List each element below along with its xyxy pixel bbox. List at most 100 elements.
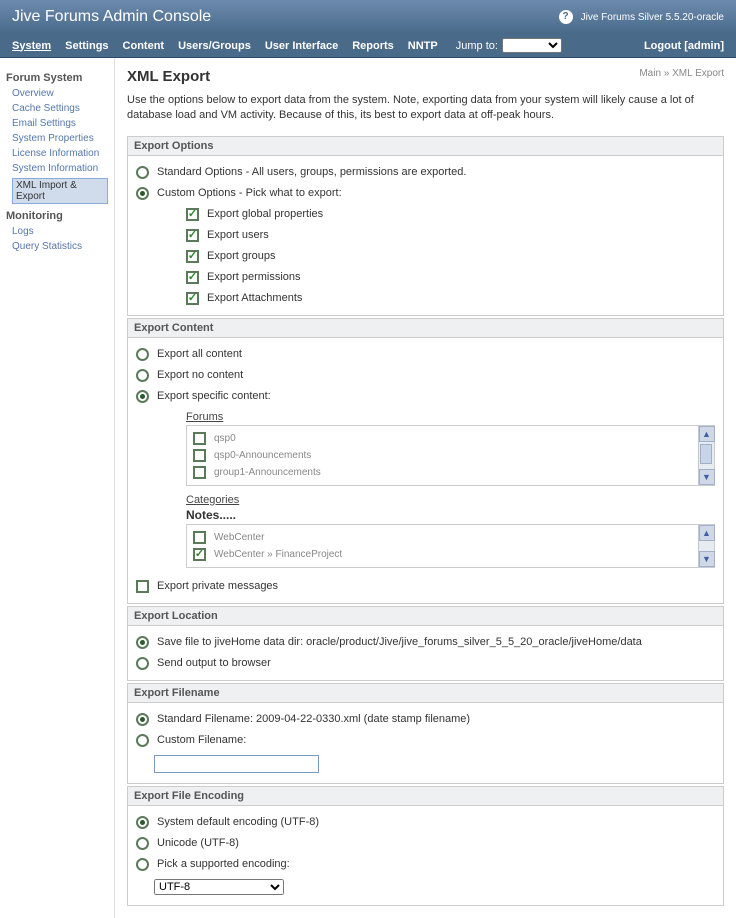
label-std-filename: Standard Filename: 2009-04-22-0330.xml (…	[157, 713, 470, 725]
nav-user-interface[interactable]: User Interface	[265, 40, 338, 52]
side-xml-export[interactable]: XML Import & Export	[12, 178, 108, 204]
app-title: Jive Forums Admin Console	[12, 8, 211, 26]
section-options-head: Export Options	[128, 137, 723, 156]
label-users: Export users	[207, 229, 269, 241]
custom-filename-input[interactable]	[154, 755, 319, 773]
nav-content[interactable]: Content	[123, 40, 165, 52]
main-nav: System Settings Content Users/Groups Use…	[0, 34, 736, 58]
nav-nntp[interactable]: NNTP	[408, 40, 438, 52]
check-groups[interactable]	[186, 250, 199, 263]
label-attachments: Export Attachments	[207, 292, 302, 304]
side-cache[interactable]: Cache Settings	[12, 103, 108, 114]
forums-head: Forums	[186, 411, 715, 423]
radio-browser[interactable]	[136, 657, 149, 670]
section-filename: Export Filename Standard Filename: 2009-…	[127, 683, 724, 784]
logout-link[interactable]: Logout [admin]	[644, 40, 724, 52]
section-encoding-head: Export File Encoding	[128, 787, 723, 806]
forums-listbox: qsp0 qsp0-Announcements group1-Announcem…	[186, 425, 715, 486]
check-users[interactable]	[186, 229, 199, 242]
section-encoding: Export File Encoding System default enco…	[127, 786, 724, 906]
check-forum-0[interactable]	[193, 432, 206, 445]
radio-specific-content[interactable]	[136, 390, 149, 403]
radio-standard-options[interactable]	[136, 166, 149, 179]
version-label: Jive Forums Silver 5.5.20-oracle	[581, 12, 724, 23]
radio-custom-options[interactable]	[136, 187, 149, 200]
side-license[interactable]: License Information	[12, 148, 108, 159]
cat-0: WebCenter	[214, 532, 264, 543]
intro-text: Use the options below to export data fro…	[127, 93, 724, 124]
cat-1: WebCenter » FinanceProject	[214, 549, 342, 560]
check-global-props[interactable]	[186, 208, 199, 221]
check-permissions[interactable]	[186, 271, 199, 284]
label-global-props: Export global properties	[207, 208, 323, 220]
side-sysinfo[interactable]: System Information	[12, 163, 108, 174]
radio-sys-encoding[interactable]	[136, 816, 149, 829]
label-save-file: Save file to jiveHome data dir: oracle/p…	[157, 636, 642, 648]
side-query-stats[interactable]: Query Statistics	[12, 241, 108, 252]
cats-scrollbar[interactable]: ▲ ▼	[698, 525, 714, 567]
forum-0: qsp0	[214, 433, 236, 444]
section-content-head: Export Content	[128, 319, 723, 338]
radio-unicode[interactable]	[136, 837, 149, 850]
check-cat-0[interactable]	[193, 531, 206, 544]
breadcrumb: Main » XML Export	[639, 68, 724, 79]
label-all-content: Export all content	[157, 348, 242, 360]
jump-label: Jump to:	[456, 40, 498, 52]
section-content: Export Content Export all content Export…	[127, 318, 724, 604]
side-logs[interactable]: Logs	[12, 226, 108, 237]
side-sysprops[interactable]: System Properties	[12, 133, 108, 144]
side-overview[interactable]: Overview	[12, 88, 108, 99]
scroll-down-icon[interactable]: ▼	[699, 551, 715, 567]
forum-1: qsp0-Announcements	[214, 450, 311, 461]
radio-no-content[interactable]	[136, 369, 149, 382]
label-custom-options: Custom Options - Pick what to export:	[157, 187, 342, 199]
section-options: Export Options Standard Options - All us…	[127, 136, 724, 316]
label-browser: Send output to browser	[157, 657, 271, 669]
label-specific-content: Export specific content:	[157, 390, 271, 402]
radio-all-content[interactable]	[136, 348, 149, 361]
check-cat-1[interactable]	[193, 548, 206, 561]
section-location: Export Location Save file to jiveHome da…	[127, 606, 724, 681]
radio-custom-filename[interactable]	[136, 734, 149, 747]
check-private-msgs[interactable]	[136, 580, 149, 593]
encoding-select[interactable]: UTF-8	[154, 879, 284, 895]
label-groups: Export groups	[207, 250, 275, 262]
radio-save-file[interactable]	[136, 636, 149, 649]
nav-settings[interactable]: Settings	[65, 40, 108, 52]
nav-users-groups[interactable]: Users/Groups	[178, 40, 251, 52]
scroll-thumb[interactable]	[700, 444, 712, 464]
page-title: XML Export	[127, 68, 724, 85]
label-unicode: Unicode (UTF-8)	[157, 837, 239, 849]
label-no-content: Export no content	[157, 369, 243, 381]
nav-reports[interactable]: Reports	[352, 40, 394, 52]
label-permissions: Export permissions	[207, 271, 301, 283]
side-email[interactable]: Email Settings	[12, 118, 108, 129]
label-pick-encoding: Pick a supported encoding:	[157, 858, 290, 870]
main-content: Main » XML Export XML Export Use the opt…	[115, 58, 736, 918]
scroll-up-icon[interactable]: ▲	[699, 426, 715, 442]
check-forum-1[interactable]	[193, 449, 206, 462]
forum-2: group1-Announcements	[214, 467, 321, 478]
radio-pick-encoding[interactable]	[136, 858, 149, 871]
help-icon[interactable]: ?	[559, 10, 573, 24]
forums-scrollbar[interactable]: ▲ ▼	[698, 426, 714, 485]
section-filename-head: Export Filename	[128, 684, 723, 703]
categories-listbox: WebCenter WebCenter » FinanceProject ▲ ▼	[186, 524, 715, 568]
section-location-head: Export Location	[128, 607, 723, 626]
cats-head: Categories	[186, 494, 715, 506]
check-attachments[interactable]	[186, 292, 199, 305]
sidebar: Forum System Overview Cache Settings Ema…	[0, 58, 115, 918]
label-private-msgs: Export private messages	[157, 580, 278, 592]
label-custom-filename: Custom Filename:	[157, 734, 246, 746]
label-standard-options: Standard Options - All users, groups, pe…	[157, 166, 466, 178]
jump-select[interactable]	[502, 38, 562, 53]
check-forum-2[interactable]	[193, 466, 206, 479]
label-sys-encoding: System default encoding (UTF-8)	[157, 816, 319, 828]
nav-system[interactable]: System	[12, 40, 51, 52]
scroll-up-icon[interactable]: ▲	[699, 525, 715, 541]
radio-std-filename[interactable]	[136, 713, 149, 726]
scroll-down-icon[interactable]: ▼	[699, 469, 715, 485]
side-group-monitoring: Monitoring	[6, 210, 108, 222]
header: Jive Forums Admin Console ? Jive Forums …	[0, 0, 736, 34]
side-group-forum: Forum System	[6, 72, 108, 84]
